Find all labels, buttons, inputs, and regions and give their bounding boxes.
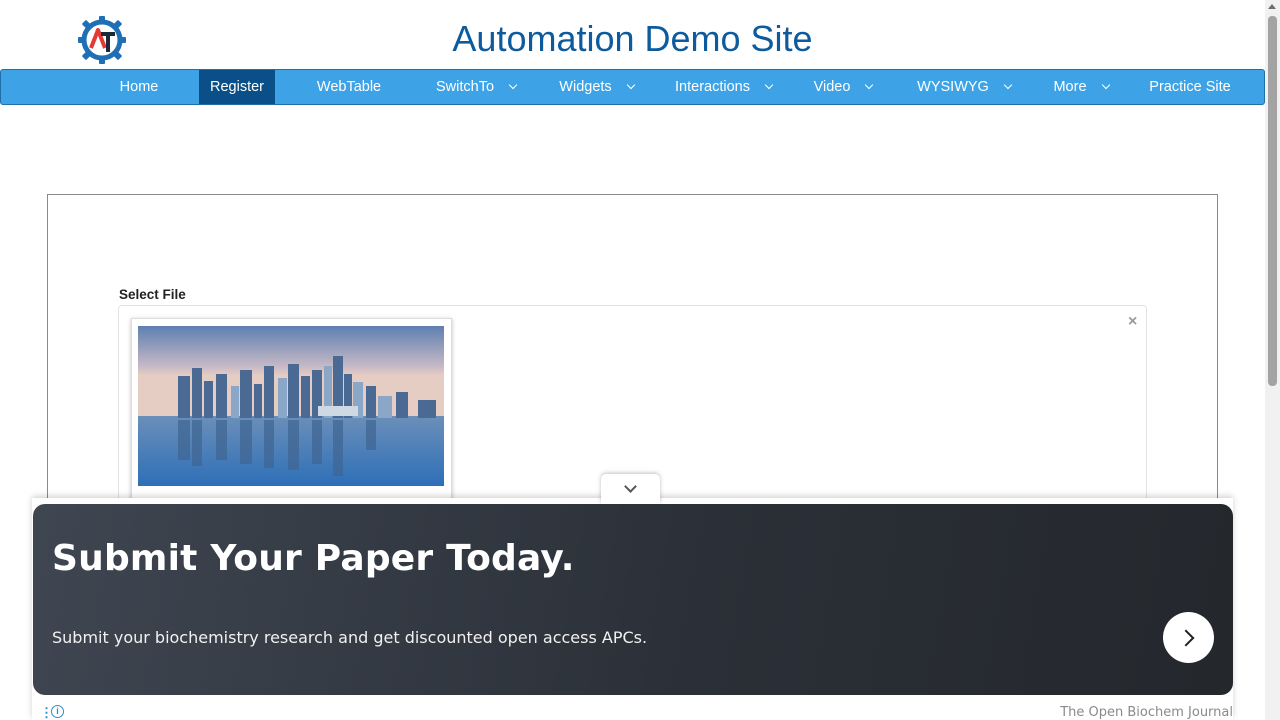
nav-home[interactable]: Home [100,70,178,104]
ad-info-icon[interactable]: i [51,705,64,718]
site-title: Automation Demo Site [452,18,813,59]
chevron-down-icon [1101,80,1110,90]
nav-register[interactable]: Register [199,70,275,104]
nav-practice-site[interactable]: Practice Site [1139,70,1241,104]
select-file-label: Select File [119,287,186,302]
chevron-down-icon [865,80,874,90]
ad-collapse-button[interactable] [601,474,660,504]
page: Automation Demo Site Home Register WebTa… [0,0,1280,720]
scrollbar-thumb[interactable] [1268,16,1277,386]
nav-video[interactable]: Video [798,70,888,104]
ad-source-label[interactable]: The Open Biochem Journal [1060,705,1233,720]
chevron-down-icon [508,80,518,90]
chevron-right-icon [1177,629,1195,646]
ad-headline: Submit Your Paper Today. [52,538,575,579]
nav-webtable[interactable]: WebTable [299,70,399,104]
chevron-down-icon [626,80,635,90]
scroll-up-arrow-icon[interactable] [1268,4,1276,9]
main-nav: Home Register WebTable SwitchTo Widgets … [0,69,1265,105]
chevron-down-icon [624,480,637,493]
ad-subtext: Submit your biochemistry research and ge… [52,628,648,647]
nav-widgets[interactable]: Widgets [544,70,649,104]
nav-switchto[interactable]: SwitchTo [421,70,531,104]
chevron-down-icon [1003,80,1013,90]
chevron-down-icon [764,80,774,90]
ad-card[interactable] [33,504,1233,695]
nav-more[interactable]: More [1038,70,1124,104]
city-skyline-image [138,326,444,486]
close-icon[interactable]: × [1128,313,1137,331]
nav-wysiwyg[interactable]: WYSIWYG [903,70,1025,104]
nav-interactions[interactable]: Interactions [661,70,786,104]
ad-next-button[interactable] [1163,612,1214,663]
